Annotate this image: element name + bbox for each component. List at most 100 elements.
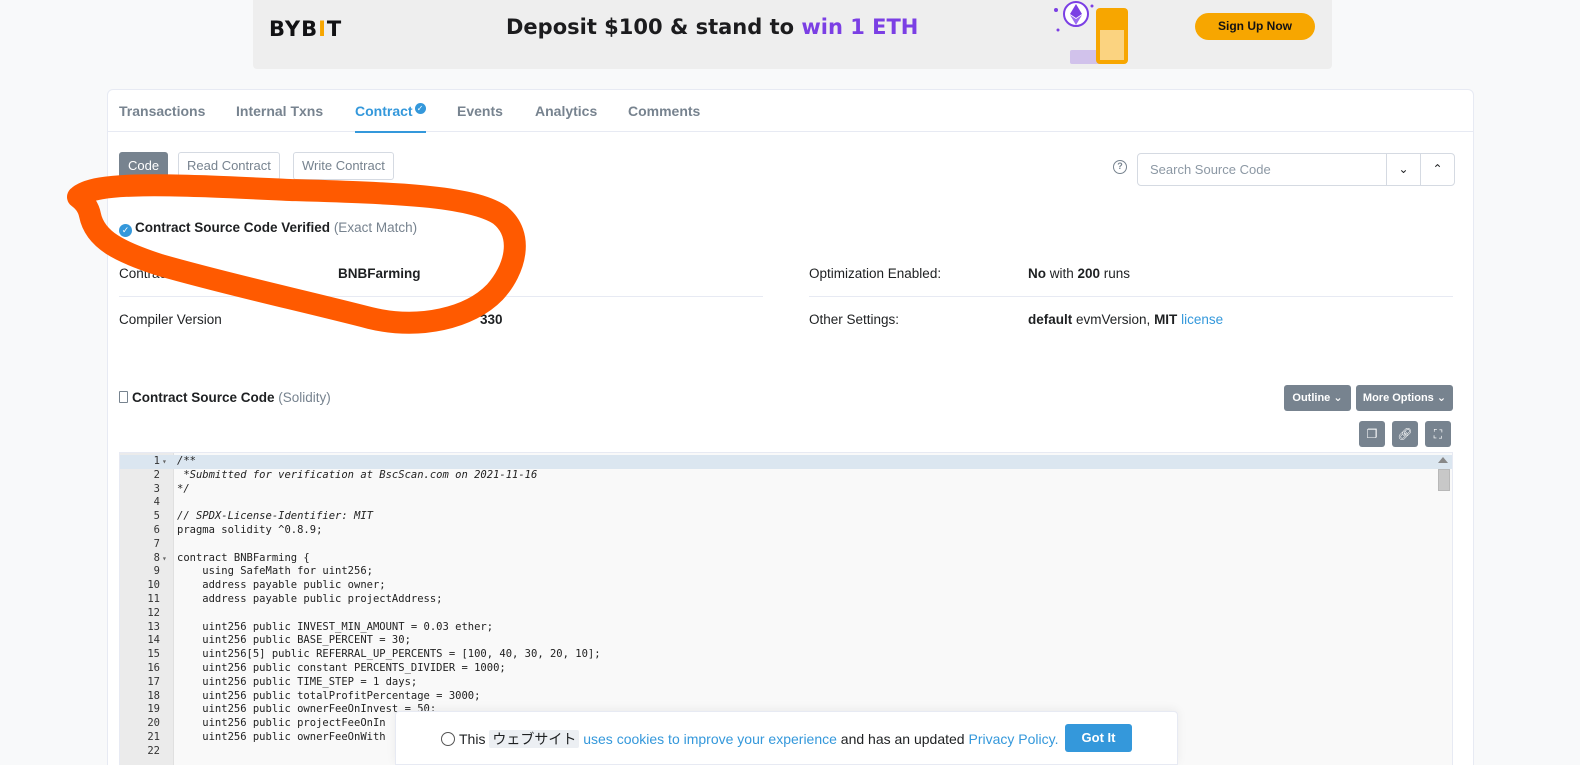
link-button[interactable]: 🔗︎ — [1392, 421, 1418, 447]
chevron-down-icon: ⌄ — [1398, 162, 1409, 176]
code-line: 10 address payable public owner; — [120, 579, 1452, 593]
code-text: uint256 public INVEST_MIN_AMOUNT = 0.03 … — [177, 620, 494, 633]
scroll-up-arrow[interactable] — [1438, 457, 1448, 463]
divider — [809, 296, 1453, 297]
code-text: using SafeMath for uint256; — [177, 565, 373, 578]
source-search: ⌄ ⌃ — [1137, 153, 1455, 186]
line-number: 14 — [147, 634, 160, 647]
line-number: 21 — [147, 731, 160, 743]
sign-up-button[interactable]: Sign Up Now — [1195, 13, 1315, 40]
code-line: 8 ▾ contract BNBFarming { — [120, 552, 1452, 566]
line-number: 3 — [153, 482, 160, 495]
got-it-button[interactable]: Got It — [1065, 724, 1132, 752]
link-icon: 🔗︎ — [1397, 427, 1413, 441]
line-number: 15 — [147, 648, 160, 661]
code-text: uint256[5] public REFERRAL_UP_PERCENTS =… — [177, 648, 601, 661]
line-number: 5 — [153, 510, 160, 523]
code-line: 7 — [120, 538, 1452, 552]
tab-bar: Transactions Internal Txns Contract ✓ Eve… — [108, 90, 1473, 133]
search-source-input[interactable] — [1138, 154, 1386, 185]
code-text: pragma solidity ^0.8.9; — [177, 524, 323, 536]
code-line: 1 ▾ /** — [120, 455, 1452, 469]
cookie-text: This ウェブサイト uses cookies to improve your… — [441, 729, 1058, 749]
divider — [119, 296, 763, 297]
line-number: 20 — [147, 717, 160, 730]
code-line: 9 using SafeMath for uint256; — [120, 565, 1452, 579]
help-icon[interactable]: ? — [1113, 160, 1127, 174]
source-code-title: Contract Source Code (Solidity) — [119, 390, 331, 405]
cookie-banner: This ウェブサイト uses cookies to improve your… — [395, 711, 1178, 765]
line-number: 9 — [153, 565, 160, 578]
tab-events[interactable]: Events — [457, 103, 503, 119]
fold-toggle-icon[interactable]: ▾ — [162, 552, 167, 566]
code-text: uint256 public TIME_STEP = 1 days; — [177, 675, 418, 688]
optimization-label: Optimization Enabled: — [809, 266, 942, 281]
line-number: 22 — [147, 744, 160, 757]
code-text: uint256 public BASE_PERCENT = 30; — [177, 634, 411, 647]
more-options-button[interactable]: More Options ⌄ — [1356, 385, 1453, 411]
line-number: 6 — [153, 524, 160, 536]
eth-trophy-icon — [1054, 1, 1128, 64]
fullscreen-button[interactable]: ⛶ — [1425, 421, 1451, 447]
line-number: 13 — [147, 620, 160, 633]
search-next-button[interactable]: ⌄ — [1386, 154, 1420, 185]
code-text: contract BNBFarming { — [177, 551, 310, 564]
tab-comments[interactable]: Comments — [628, 103, 700, 119]
privacy-policy-link[interactable]: Privacy Policy. — [968, 731, 1058, 747]
verification-status: ✓ Contract Source Code Verified (Exact Ma… — [119, 220, 417, 237]
line-number: 19 — [147, 703, 160, 716]
banner-headline: Deposit $100 & stand to win 1 ETH — [506, 15, 919, 39]
code-line: 18 uint256 public totalProfitPercentage … — [120, 690, 1452, 704]
contract-name-label: Contract Name: — [119, 266, 214, 281]
line-number: 7 — [153, 537, 160, 550]
compiler-version-label: Compiler Version — [119, 312, 222, 327]
contract-name-value: BNBFarming — [338, 266, 421, 281]
tab-internal-txns[interactable]: Internal Txns — [236, 103, 323, 119]
cookies-link[interactable]: uses cookies to improve your experience — [583, 731, 837, 747]
code-text: uint256 public projectFeeOnIn — [177, 717, 386, 730]
code-text: address payable public projectAddress; — [177, 593, 443, 605]
tab-transactions[interactable]: Transactions — [119, 103, 205, 119]
verified-check-icon: ✓ — [414, 103, 426, 114]
code-text: uint256 public totalProfitPercentage = 3… — [177, 689, 481, 702]
tab-analytics[interactable]: Analytics — [535, 103, 597, 119]
code-text: // SPDX-License-Identifier: MIT — [177, 510, 373, 523]
write-contract-button[interactable]: Write Contract — [293, 152, 394, 180]
code-line: 6 pragma solidity ^0.8.9; — [120, 524, 1452, 538]
tab-contract-label: Contract — [355, 103, 413, 119]
verified-check-icon: ✓ — [119, 224, 132, 237]
file-code-icon — [119, 391, 128, 403]
line-number: 8 — [153, 551, 160, 564]
other-settings-label: Other Settings: — [809, 312, 900, 327]
scrollbar-thumb[interactable] — [1438, 469, 1450, 491]
other-settings-value: default evmVersion, MIT license — [1028, 312, 1224, 327]
verification-title: Contract Source Code Verified — [135, 220, 331, 235]
code-line: 12 — [120, 607, 1452, 621]
line-number: 17 — [147, 675, 160, 688]
code-text: *Submitted for verification at BscScan.c… — [177, 468, 538, 481]
bybit-logo: BYBIT — [269, 17, 343, 41]
license-link[interactable]: license — [1181, 312, 1223, 327]
code-line: 2 *Submitted for verification at BscScan… — [120, 469, 1452, 483]
code-line: 16 uint256 public constant PERCENTS_DIVI… — [120, 662, 1452, 676]
compiler-version-value: 330 — [480, 312, 503, 327]
copy-button[interactable]: ❐ — [1359, 421, 1385, 447]
search-prev-button[interactable]: ⌃ — [1420, 154, 1454, 185]
fold-toggle-icon[interactable]: ▾ — [162, 455, 167, 469]
ad-banner[interactable]: BYBIT Deposit $100 & stand to win 1 ETH … — [253, 0, 1332, 69]
code-line: 13 uint256 public INVEST_MIN_AMOUNT = 0.… — [120, 621, 1452, 635]
read-contract-button[interactable]: Read Contract — [178, 152, 280, 180]
contract-card: Transactions Internal Txns Contract ✓ Eve… — [107, 89, 1474, 765]
chevron-up-icon: ⌃ — [1432, 162, 1443, 176]
line-number: 16 — [147, 662, 160, 674]
tab-contract[interactable]: Contract ✓ — [355, 103, 426, 133]
copy-icon: ❐ — [1366, 427, 1378, 441]
fullscreen-icon: ⛶ — [1433, 427, 1443, 441]
outline-button[interactable]: Outline ⌄ — [1284, 385, 1351, 411]
cookie-icon — [441, 732, 455, 746]
code-button[interactable]: Code — [119, 152, 169, 180]
code-text: address payable public owner; — [177, 579, 386, 592]
code-line: 5 // SPDX-License-Identifier: MIT — [120, 510, 1452, 524]
code-line: 4 — [120, 496, 1452, 510]
code-line: 3 */ — [120, 483, 1452, 497]
